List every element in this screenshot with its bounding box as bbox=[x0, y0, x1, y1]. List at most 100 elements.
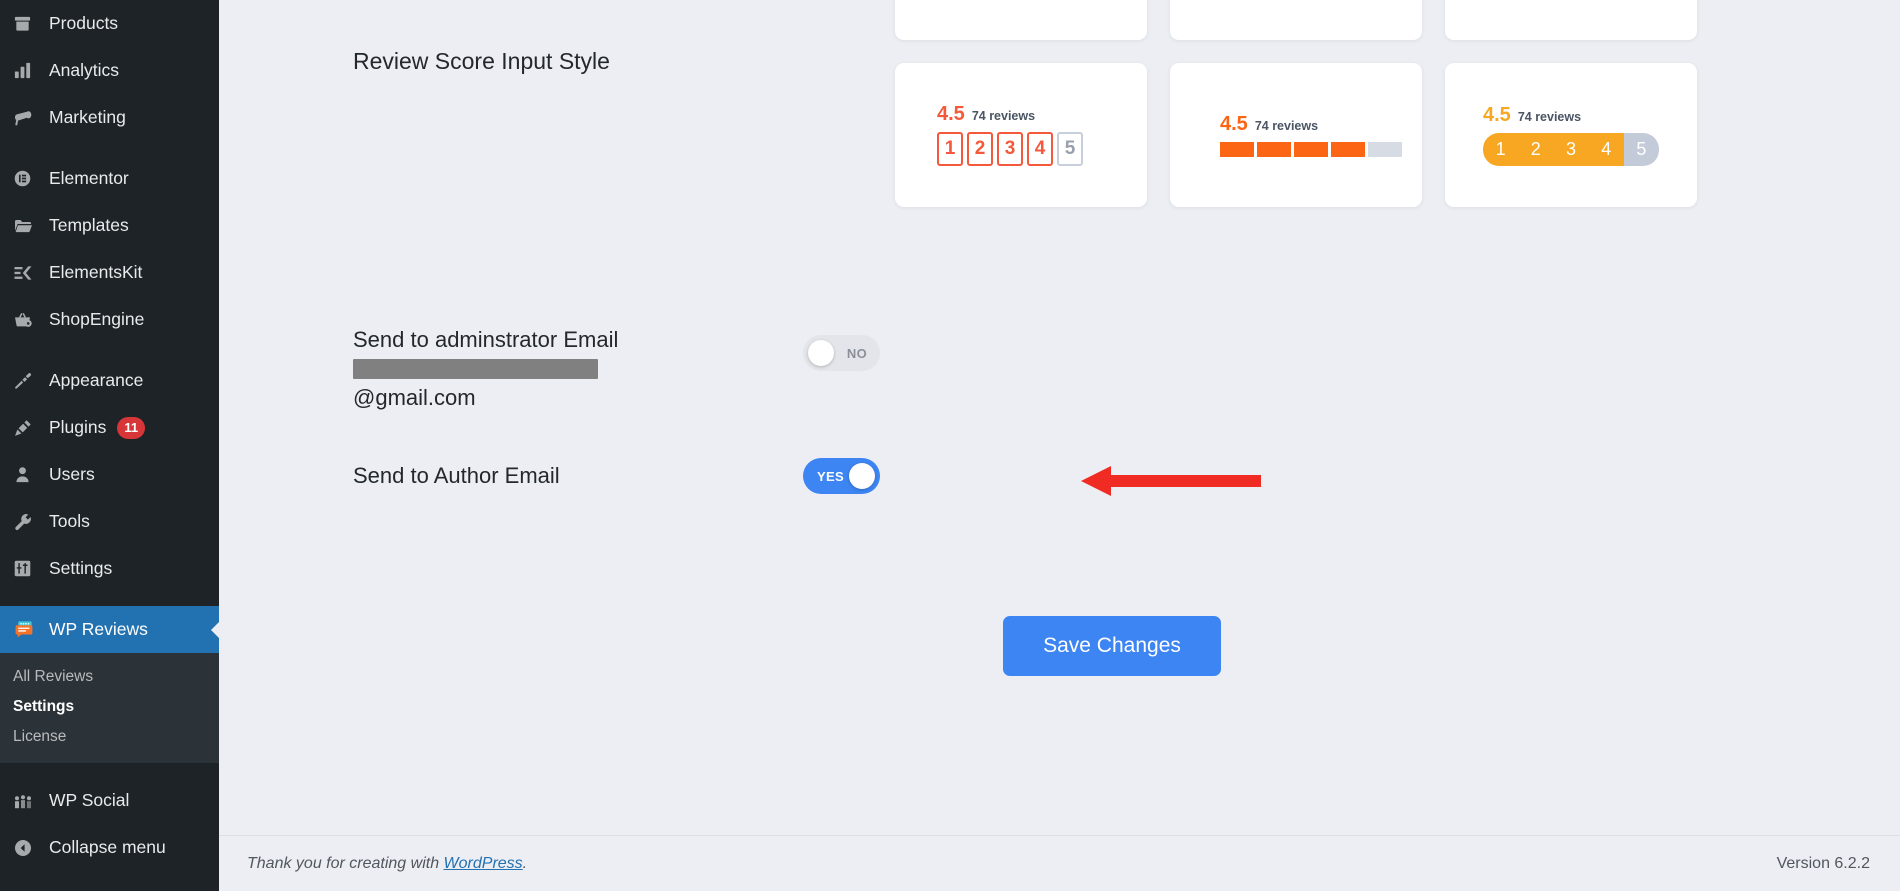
segment-bar-score-line: 4.5 74 reviews bbox=[1220, 114, 1318, 134]
style-card-squares[interactable] bbox=[1445, 0, 1697, 40]
style-card-slider[interactable]: Quality 4/5 bbox=[1170, 0, 1422, 40]
admin-sidebar: Products Analytics Marketing Elementor T… bbox=[0, 0, 219, 891]
sidebar-separator bbox=[0, 592, 219, 606]
numbered-boxes-score-line: 4.5 74 reviews bbox=[937, 104, 1035, 124]
sidebar-item-templates[interactable]: Templates bbox=[0, 202, 219, 249]
toggle-knob bbox=[808, 340, 834, 366]
score-value: 4.5 bbox=[1483, 103, 1511, 126]
pill-cell-3[interactable]: 3 bbox=[1553, 132, 1589, 166]
wordpress-version-label: Version 6.2.2 bbox=[1776, 854, 1870, 872]
toggle-state-label: NO bbox=[846, 345, 867, 361]
pill-cell-1[interactable]: 1 bbox=[1483, 132, 1519, 166]
plugins-icon bbox=[13, 415, 47, 441]
submenu-item-label: License bbox=[13, 728, 67, 745]
admin-footer: Thank you for creating with WordPress. V… bbox=[219, 835, 1900, 891]
segment-empty[interactable] bbox=[1368, 141, 1402, 157]
sidebar-item-tools[interactable]: Tools bbox=[0, 498, 219, 545]
admin-email-label-line1: Send to adminstrator Email bbox=[353, 327, 619, 352]
submenu-item-label: Settings bbox=[13, 698, 75, 715]
pill-numbers-score-line: 4.5 74 reviews bbox=[1483, 105, 1581, 125]
sidebar-item-label: ShopEngine bbox=[49, 309, 145, 329]
elementskit-icon bbox=[13, 260, 47, 286]
sidebar-item-label: Settings bbox=[49, 558, 113, 578]
numbox-4[interactable]: 4 bbox=[1027, 132, 1053, 166]
sidebar-item-shopengine[interactable]: ShopEngine bbox=[0, 296, 219, 343]
sidebar-item-users[interactable]: Users bbox=[0, 451, 219, 498]
products-icon bbox=[13, 11, 47, 37]
sidebar-item-label: Marketing bbox=[49, 107, 126, 127]
setting-row-send-to-administrator-email: Send to adminstrator Email @gmail.com NO bbox=[219, 325, 880, 412]
sidebar-item-label: ElementsKit bbox=[49, 262, 143, 282]
plugins-update-badge: 11 bbox=[117, 416, 146, 439]
admin-email-domain: @gmail.com bbox=[353, 385, 476, 411]
send-to-author-email-toggle[interactable]: YES bbox=[803, 458, 880, 494]
submenu-item-all-reviews[interactable]: All Reviews bbox=[0, 662, 219, 692]
segment-filled[interactable] bbox=[1331, 141, 1365, 157]
settings-icon bbox=[13, 556, 47, 582]
sidebar-item-label: Plugins bbox=[49, 417, 107, 437]
numbox-5[interactable]: 5 bbox=[1057, 132, 1083, 166]
wp-social-icon bbox=[13, 788, 47, 814]
sidebar-item-plugins[interactable]: Plugins 11 bbox=[0, 404, 219, 451]
sidebar-item-label: Templates bbox=[49, 215, 129, 235]
segment-bar-preview bbox=[1220, 141, 1402, 157]
style-card-segment-bar[interactable]: 4.5 74 reviews bbox=[1170, 63, 1422, 207]
sidebar-item-wp-social[interactable]: WP Social bbox=[0, 777, 219, 824]
segment-filled[interactable] bbox=[1257, 141, 1291, 157]
sidebar-item-label: Appearance bbox=[49, 370, 144, 390]
toggle-knob bbox=[849, 463, 875, 489]
submenu-item-label: All Reviews bbox=[13, 668, 94, 685]
redacted-email-local-part bbox=[353, 359, 598, 380]
send-to-author-email-label: Send to Author Email bbox=[353, 463, 560, 489]
sidebar-item-marketing[interactable]: Marketing bbox=[0, 94, 219, 141]
sidebar-item-label: Tools bbox=[49, 511, 90, 531]
style-card-numbered-boxes[interactable]: 4.5 74 reviews 1 2 3 4 5 bbox=[895, 63, 1147, 207]
footer-thanks-text: Thank you for creating with WordPress. bbox=[247, 855, 527, 873]
save-changes-button[interactable]: Save Changes bbox=[1003, 616, 1221, 676]
sidebar-item-label: Collapse menu bbox=[49, 837, 166, 857]
footer-thanks-suffix: . bbox=[522, 854, 528, 872]
tools-icon bbox=[13, 509, 47, 535]
sidebar-item-products[interactable]: Products bbox=[0, 0, 219, 47]
sidebar-item-appearance[interactable]: Appearance bbox=[0, 357, 219, 404]
style-card-pill-numbers[interactable]: 4.5 74 reviews 1 2 3 4 5 bbox=[1445, 63, 1697, 207]
annotation-arrow bbox=[1081, 464, 1261, 498]
wordpress-link[interactable]: WordPress bbox=[444, 855, 523, 872]
analytics-icon bbox=[13, 58, 47, 84]
numbox-2[interactable]: 2 bbox=[967, 132, 993, 166]
pill-cell-5[interactable]: 5 bbox=[1623, 132, 1659, 166]
numbox-1[interactable]: 1 bbox=[937, 132, 963, 166]
numbered-boxes-preview: 1 2 3 4 5 bbox=[937, 132, 1083, 166]
sidebar-item-analytics[interactable]: Analytics bbox=[0, 47, 219, 94]
pill-cell-4[interactable]: 4 bbox=[1588, 132, 1624, 166]
toggle-state-label: YES bbox=[817, 468, 844, 484]
review-count: 74 reviews bbox=[1254, 118, 1319, 133]
sidebar-item-elementor[interactable]: Elementor bbox=[0, 155, 219, 202]
wp-reviews-icon bbox=[13, 617, 47, 643]
setting-row-send-to-author-email: Send to Author Email YES bbox=[219, 458, 880, 494]
sidebar-separator bbox=[0, 343, 219, 357]
review-count: 74 reviews bbox=[1517, 109, 1582, 124]
sidebar-item-elementskit[interactable]: ElementsKit bbox=[0, 249, 219, 296]
sidebar-item-label: WP Social bbox=[49, 790, 130, 810]
segment-filled[interactable] bbox=[1220, 141, 1254, 157]
sidebar-item-settings[interactable]: Settings bbox=[0, 545, 219, 592]
send-to-administrator-email-label: Send to adminstrator Email @gmail.com bbox=[219, 325, 619, 412]
marketing-icon bbox=[13, 105, 47, 131]
style-card-stars[interactable]: 4.9 ★ ★ ★ ★ ★ bbox=[895, 0, 1147, 40]
footer-thanks-prefix: Thank you for creating with bbox=[247, 854, 444, 872]
review-count: 74 reviews bbox=[971, 109, 1036, 123]
pill-cell-2[interactable]: 2 bbox=[1518, 132, 1554, 166]
pill-numbers-preview: 1 2 3 4 5 bbox=[1483, 132, 1659, 166]
sidebar-separator bbox=[0, 763, 219, 777]
segment-filled[interactable] bbox=[1294, 141, 1328, 157]
send-to-administrator-email-toggle[interactable]: NO bbox=[803, 335, 880, 371]
submenu-item-license[interactable]: License bbox=[0, 722, 219, 752]
submenu-item-settings[interactable]: Settings bbox=[0, 692, 219, 722]
wp-admin-screen: Products Analytics Marketing Elementor T… bbox=[0, 0, 1900, 891]
sidebar-item-wp-reviews[interactable]: WP Reviews bbox=[0, 606, 219, 653]
numbox-3[interactable]: 3 bbox=[997, 132, 1023, 166]
sidebar-item-label: Elementor bbox=[49, 168, 129, 188]
sidebar-item-collapse-menu[interactable]: Collapse menu bbox=[0, 824, 219, 871]
sidebar-item-label: Analytics bbox=[49, 60, 120, 80]
